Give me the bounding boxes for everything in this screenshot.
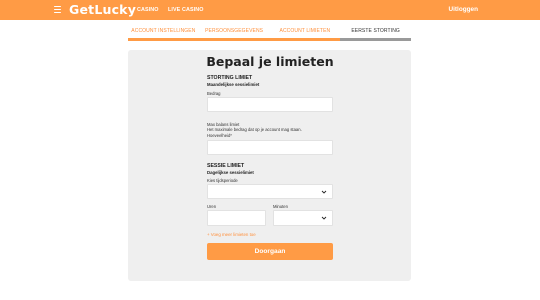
deposit-limit-title: STORTING LIMIET xyxy=(207,75,253,81)
step-label: PERSOONSGEGEVENS xyxy=(205,28,264,34)
amount-label: Bedrag xyxy=(207,91,221,96)
nav-live-casino[interactable]: LIVE CASINO xyxy=(168,5,204,15)
deposit-amount-input[interactable] xyxy=(207,97,333,112)
registration-steps: ACCOUNT INSTELLINGEN PERSOONSGEGEVENS AC… xyxy=(128,27,411,41)
minutes-select[interactable] xyxy=(273,210,333,226)
step-progress-bar xyxy=(340,38,411,41)
session-limit-subtitle: Dagelijkse sessielimiet xyxy=(207,169,254,175)
hours-input[interactable] xyxy=(207,210,266,226)
max-balance-amount-label: Hoeveelheid* xyxy=(207,133,232,138)
step-account-settings: ACCOUNT INSTELLINGEN xyxy=(128,27,199,41)
period-label: Kies tijdsperiode xyxy=(207,178,238,183)
chevron-down-icon xyxy=(321,216,327,220)
hours-label: Uren xyxy=(207,204,217,209)
session-limit-title: SESSIE LIMIET xyxy=(207,163,245,169)
add-more-limits-link[interactable]: + Voeg meer limieten toe xyxy=(207,232,256,238)
continue-button[interactable]: Doorgaan xyxy=(207,243,333,260)
step-label: ACCOUNT LIMIETEN xyxy=(279,28,331,34)
max-balance-input[interactable] xyxy=(207,140,333,155)
chevron-down-icon xyxy=(321,190,327,194)
step-progress-bar xyxy=(269,38,341,41)
step-first-deposit: EERSTE STORTING xyxy=(340,27,411,41)
period-select[interactable] xyxy=(207,184,333,199)
step-account-limits: ACCOUNT LIMIETEN xyxy=(269,27,341,41)
step-label: ACCOUNT INSTELLINGEN xyxy=(131,28,196,34)
step-progress-bar xyxy=(128,38,199,41)
max-balance-description: Het maximale bedrag dat op je account ma… xyxy=(207,127,302,132)
nav-casino[interactable]: CASINO xyxy=(137,5,159,15)
step-progress-bar xyxy=(198,38,270,41)
minutes-label: Minuten xyxy=(273,204,288,209)
hamburger-menu-icon[interactable] xyxy=(54,6,61,14)
step-personal-details: PERSOONSGEGEVENS xyxy=(198,27,270,41)
getlucky-logo[interactable]: GetLucky xyxy=(69,1,136,19)
logout-button[interactable]: Uitloggen xyxy=(449,4,478,16)
top-navigation-bar: GetLucky CASINO LIVE CASINO Uitloggen xyxy=(0,0,540,20)
page-title: Bepaal je limieten xyxy=(206,54,334,69)
step-label: EERSTE STORTING xyxy=(351,28,400,34)
deposit-limit-subtitle: Maandelijkse sessielimiet xyxy=(207,81,260,87)
